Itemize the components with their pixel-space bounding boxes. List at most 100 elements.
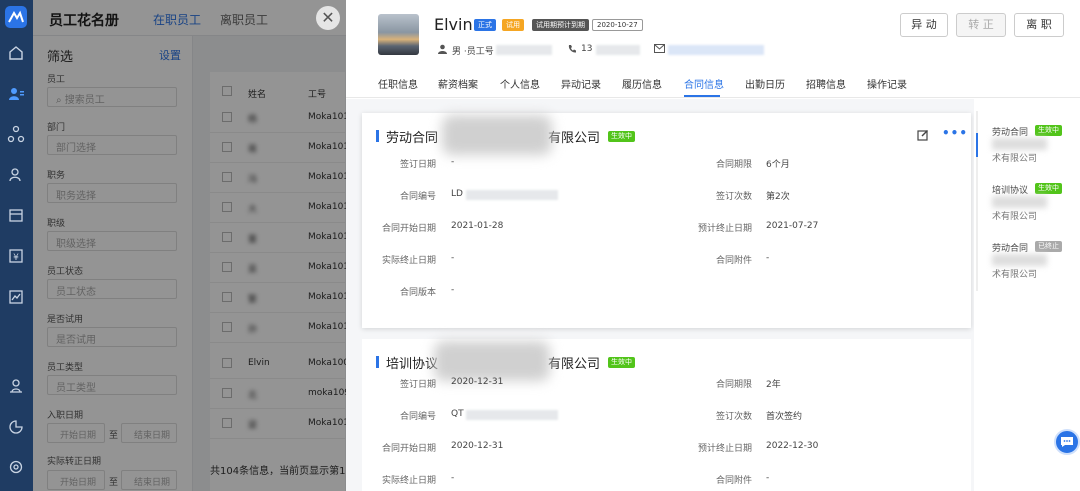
field-label: 签订日期 [399, 380, 436, 390]
anchor-item-company: 术有限公司 [992, 154, 1038, 164]
more-icon[interactable]: ••• [942, 126, 968, 140]
field-label: 实际终止日期 [381, 476, 436, 486]
tab-contracts[interactable]: 合同信息 [684, 76, 724, 91]
field-value: 6个月 [766, 160, 790, 170]
chat-button[interactable] [1054, 429, 1080, 455]
contract-status-badge: 生效中 [608, 357, 635, 368]
redacted-company-mask [992, 254, 1047, 266]
avatar [378, 14, 419, 55]
field-value: - [451, 473, 455, 483]
status-badge-probation: 试用 [502, 19, 524, 31]
redacted-contract-number [466, 410, 558, 420]
settings-icon[interactable] [7, 458, 25, 476]
field-label: 合同开始日期 [381, 224, 436, 234]
field-label: 合同期限 [715, 160, 752, 170]
field-label: 预计终止日期 [697, 224, 752, 234]
section-marker [376, 356, 379, 368]
tab-recruitment[interactable]: 招聘信息 [806, 76, 846, 91]
field-label: 合同编号 [399, 192, 436, 202]
app-rail: ¥ [0, 0, 33, 491]
transfer-button[interactable]: 异 动 [900, 13, 948, 37]
field-label: 预计终止日期 [697, 444, 752, 454]
redacted-email [668, 45, 764, 55]
redacted-company-mask [992, 196, 1047, 208]
field-value: QT [451, 409, 464, 419]
field-label: 合同编号 [399, 412, 436, 422]
anchor-status-badge: 已终止 [1035, 241, 1062, 252]
phone-icon [568, 45, 576, 53]
anchor-active-indicator [976, 133, 978, 157]
anchor-item-title[interactable]: 劳动合同 [992, 125, 1028, 138]
field-value: - [766, 473, 770, 483]
anchor-status-badge: 生效中 [1035, 125, 1062, 136]
field-label: 合同附件 [715, 476, 752, 486]
employee-icon[interactable] [7, 85, 25, 103]
org-icon[interactable] [7, 125, 25, 143]
contract-card: 劳动合同 有限公司 生效中 ••• 签订日期 - 合同期限 6个月 合同编号 LD… [362, 113, 971, 328]
modal-overlay[interactable] [33, 0, 346, 491]
tab-salary[interactable]: 薪资档案 [438, 76, 478, 91]
redacted-company-mask [434, 341, 550, 381]
user-icon[interactable] [7, 166, 25, 184]
tab-resume[interactable]: 履历信息 [622, 76, 662, 91]
contract-type: 劳动合同 [386, 131, 439, 146]
calendar-icon[interactable] [7, 206, 25, 224]
mail-icon [654, 44, 665, 53]
anchor-item-title[interactable]: 培训协议 [992, 183, 1028, 196]
field-value: 2020-12-31 [451, 377, 504, 387]
field-value: 第2次 [766, 192, 790, 202]
redacted-company-mask [992, 138, 1047, 150]
anchor-item-company: 术有限公司 [992, 212, 1038, 222]
confirm-regular-button[interactable]: 转 正 [956, 13, 1006, 37]
redacted-contract-number [466, 190, 558, 200]
home-icon[interactable] [7, 44, 25, 62]
redacted-phone [596, 45, 640, 55]
contract-company-suffix: 有限公司 [548, 357, 601, 372]
anchor-item-title[interactable]: 劳动合同 [992, 241, 1028, 254]
contract-card: 培训协议 有限公司 生效中 签订日期 2020-12-31 合同期限 2年 合同编… [362, 339, 971, 491]
chart-icon[interactable] [7, 418, 25, 436]
redacted-employee-id [496, 45, 552, 55]
probation-expiry-date: 2020-10-27 [592, 19, 643, 31]
probation-expiry-label: 试用期预计到期 [532, 19, 589, 31]
active-tab-indicator [684, 95, 720, 97]
field-value: 2年 [766, 380, 781, 390]
field-value: 首次签约 [766, 412, 803, 422]
edit-icon[interactable] [917, 129, 929, 141]
resign-button[interactable]: 离 职 [1014, 13, 1064, 37]
report-icon[interactable] [7, 288, 25, 306]
detail-tabs: 任职信息 薪资档案 个人信息 异动记录 履历信息 合同信息 出勤日历 招聘信息 … [346, 70, 1080, 98]
field-label: 合同附件 [715, 256, 752, 266]
tab-attendance[interactable]: 出勤日历 [745, 76, 785, 91]
field-value: - [766, 253, 770, 263]
field-value: LD [451, 189, 463, 199]
anchor-status-badge: 生效中 [1035, 183, 1062, 194]
person-icon[interactable] [7, 377, 25, 395]
contract-company-suffix: 有限公司 [548, 131, 601, 146]
svg-text:¥: ¥ [13, 253, 19, 263]
field-label: 签订日期 [399, 160, 436, 170]
person-icon [438, 44, 447, 54]
tab-job-info[interactable]: 任职信息 [378, 76, 418, 91]
contract-status-badge: 生效中 [608, 131, 635, 142]
tab-operation-log[interactable]: 操作记录 [867, 76, 907, 91]
field-value: 2020-12-31 [451, 441, 504, 451]
section-marker [376, 130, 379, 142]
close-icon: ✕ [321, 8, 335, 27]
payroll-icon[interactable]: ¥ [7, 247, 25, 265]
field-value: - [451, 253, 455, 263]
app-logo-icon[interactable] [5, 6, 27, 28]
tab-transfer-records[interactable]: 异动记录 [561, 76, 601, 91]
employee-detail-drawer: Elvin 正式 试用 试用期预计到期 2020-10-27 男 ·员工号 13… [346, 0, 1080, 491]
contract-type: 培训协议 [386, 357, 439, 372]
phone-number: 13 [581, 44, 593, 54]
field-label: 合同版本 [399, 288, 436, 298]
close-drawer-button[interactable]: ✕ [316, 6, 340, 30]
field-label: 签订次数 [715, 192, 752, 202]
contract-list: 劳动合同 有限公司 生效中 ••• 签订日期 - 合同期限 6个月 合同编号 LD… [346, 99, 974, 491]
field-value: 2022-12-30 [766, 441, 819, 451]
field-value: 2021-01-28 [451, 221, 504, 231]
chat-icon [1061, 437, 1073, 447]
tab-personal[interactable]: 个人信息 [500, 76, 540, 91]
redacted-company-mask [442, 115, 552, 155]
